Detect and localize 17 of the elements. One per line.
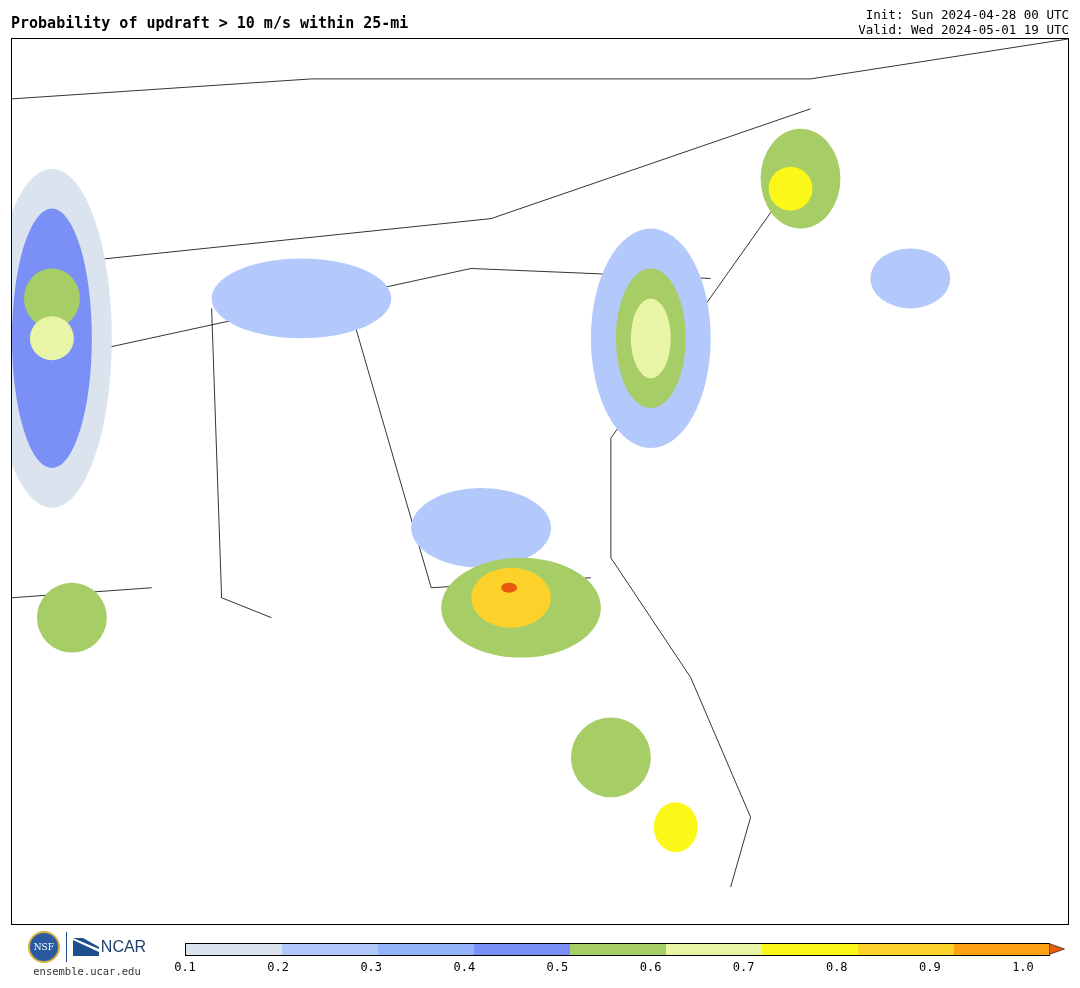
colorbar-tick-label: 0.9 <box>918 960 942 974</box>
valid-time: Valid: Wed 2024-05-01 19 UTC <box>858 22 1069 37</box>
colorbar-tick-label: 0.1 <box>173 960 197 974</box>
colorbar-tick-label: 0.8 <box>824 960 849 974</box>
init-time: Init: Sun 2024-04-28 00 UTC <box>865 7 1069 22</box>
site-url: ensemble.ucar.edu <box>33 965 141 977</box>
ncar-mark-icon <box>72 938 99 956</box>
colorbar-tick-label: 0.6 <box>638 960 663 974</box>
nsf-logo: NSF <box>27 931 60 963</box>
colorbar-tick-label: 0.4 <box>452 960 477 974</box>
colorbar-tick-label: 0.3 <box>359 960 384 974</box>
chart-title: Probability of updraft > 10 m/s within 25-mi <box>11 14 409 34</box>
colorbar-tick-label: 1.0 <box>1011 960 1035 974</box>
colorbar-tick-label: 0.7 <box>731 960 756 974</box>
ncar-logo-text: NCAR <box>100 938 147 956</box>
colorbar-tick-label: 0.2 <box>266 960 290 974</box>
colorbar-tick-label: 0.5 <box>545 960 570 974</box>
